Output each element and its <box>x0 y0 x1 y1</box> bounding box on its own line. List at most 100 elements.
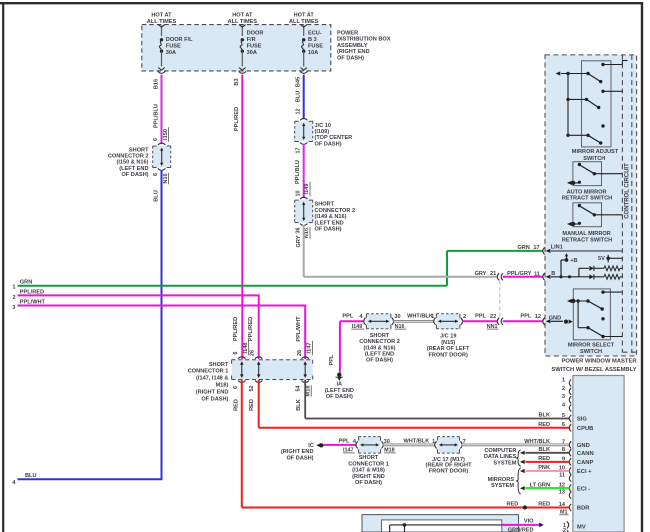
svg-text:6: 6 <box>153 138 159 141</box>
svg-text:GND: GND <box>549 315 561 321</box>
svg-text:DOOR: DOOR <box>247 31 264 37</box>
svg-text:CONNECTOR 2: CONNECTOR 2 <box>315 208 356 214</box>
svg-text:PPL/RED: PPL/RED <box>233 317 239 341</box>
svg-text:OF DASH): OF DASH) <box>201 396 228 402</box>
svg-text:14: 14 <box>559 502 566 508</box>
svg-text:6: 6 <box>562 422 565 428</box>
svg-text:DOOR F/L: DOOR F/L <box>166 37 193 43</box>
svg-text:J/C 10: J/C 10 <box>315 123 331 129</box>
svg-text:B3: B3 <box>234 78 240 85</box>
svg-text:(N15): (N15) <box>441 340 455 346</box>
svg-text:B 3: B 3 <box>308 37 317 43</box>
svg-text:1: 1 <box>12 285 15 291</box>
svg-text:OF DASH): OF DASH) <box>326 394 353 400</box>
svg-text:CONTROL CIRCUIT: CONTROL CIRCUIT <box>625 163 631 219</box>
svg-text:CANP: CANP <box>577 460 594 466</box>
svg-text:SHORT: SHORT <box>209 362 229 368</box>
svg-text:30A: 30A <box>247 50 257 56</box>
svg-text:RED: RED <box>506 501 518 507</box>
svg-text:POWER: POWER <box>337 31 358 37</box>
svg-text:2: 2 <box>563 528 566 532</box>
svg-text:OF DASH): OF DASH) <box>286 455 313 461</box>
svg-text:M18: M18 <box>305 386 311 397</box>
svg-text:PPL/WHT: PPL/WHT <box>296 316 302 342</box>
svg-text:I150: I150 <box>163 129 169 140</box>
svg-text:WHT/BLK: WHT/BLK <box>524 439 550 445</box>
svg-text:OF DASH): OF DASH) <box>366 358 393 364</box>
svg-text:2: 2 <box>463 314 466 320</box>
svg-text:PPL/GRY: PPL/GRY <box>507 271 532 277</box>
svg-text:IA: IA <box>337 382 343 388</box>
svg-text:MIRRORS: MIRRORS <box>488 477 515 483</box>
svg-text:ECU-: ECU- <box>308 31 322 37</box>
svg-text:CONNECTOR 1: CONNECTOR 1 <box>348 461 389 467</box>
svg-text:30: 30 <box>394 314 400 320</box>
svg-text:10A: 10A <box>308 50 318 56</box>
svg-text:IC: IC <box>308 443 314 449</box>
svg-text:5: 5 <box>562 413 565 419</box>
svg-text:52: 52 <box>249 386 255 392</box>
svg-text:5V: 5V <box>598 256 605 262</box>
svg-text:30A: 30A <box>166 50 176 56</box>
svg-text:11: 11 <box>559 473 565 479</box>
svg-text:GND: GND <box>577 443 590 449</box>
svg-text:12: 12 <box>296 109 302 115</box>
svg-text:(I109): (I109) <box>315 129 330 135</box>
svg-text:BLU: BLU <box>296 91 302 103</box>
svg-text:SYSTEM: SYSTEM <box>491 483 514 489</box>
svg-text:BLU: BLU <box>25 473 37 479</box>
svg-text:17: 17 <box>296 148 302 154</box>
svg-text:ALL TIMES: ALL TIMES <box>289 19 319 25</box>
svg-text:DATA LINES: DATA LINES <box>484 454 517 460</box>
svg-text:(RIGHT END: (RIGHT END <box>196 389 229 395</box>
svg-text:PPL/BLU: PPL/BLU <box>153 104 159 128</box>
svg-text:B16: B16 <box>153 79 159 89</box>
svg-text:LIN1: LIN1 <box>551 245 563 251</box>
svg-text:DISTRIBUTION BOX: DISTRIBUTION BOX <box>337 37 391 43</box>
svg-text:B45: B45 <box>296 77 302 87</box>
svg-text:SWITCH: SWITCH <box>583 156 605 162</box>
svg-text:PPL: PPL <box>339 438 350 444</box>
svg-text:VIO: VIO <box>524 518 534 524</box>
svg-text:(LEFT END: (LEFT END <box>365 352 394 358</box>
svg-text:(RIGHT END: (RIGHT END <box>352 474 385 480</box>
svg-text:(REAR OF LEFT: (REAR OF LEFT <box>427 346 470 352</box>
svg-text:(I149 & N16): (I149 & N16) <box>363 345 395 351</box>
svg-text:N16: N16 <box>163 173 169 183</box>
svg-text:RED: RED <box>233 399 239 411</box>
svg-text:PPL/RED: PPL/RED <box>248 317 254 341</box>
svg-text:RETRACT SWITCH: RETRACT SWITCH <box>562 237 612 243</box>
svg-text:GRY: GRY <box>296 235 302 247</box>
svg-text:6: 6 <box>153 173 159 176</box>
svg-text:OF DASH): OF DASH) <box>121 172 148 178</box>
svg-text:CONNECTOR 2: CONNECTOR 2 <box>359 339 400 345</box>
svg-text:SHORT: SHORT <box>359 455 379 461</box>
svg-text:FRONT DOOR): FRONT DOOR) <box>429 468 469 474</box>
svg-text:BLK: BLK <box>296 399 302 411</box>
svg-text:RED: RED <box>249 399 255 411</box>
svg-text:(I147 & M18): (I147 & M18) <box>352 468 385 474</box>
svg-text:HOT AT: HOT AT <box>232 13 253 19</box>
svg-text:MV: MV <box>577 524 586 530</box>
svg-text:CONNECTOR 2: CONNECTOR 2 <box>108 153 149 159</box>
svg-text:OF DASH): OF DASH) <box>315 227 342 233</box>
svg-text:RED: RED <box>538 422 550 428</box>
svg-text:ASSEMBLY: ASSEMBLY <box>337 43 368 49</box>
svg-text:6: 6 <box>233 386 239 389</box>
svg-text:PPL: PPL <box>520 314 531 320</box>
svg-text:3: 3 <box>562 394 565 400</box>
svg-text:SHORT: SHORT <box>129 147 149 153</box>
svg-text:(RIGHT END: (RIGHT END <box>337 49 370 55</box>
svg-text:(I149 & N16): (I149 & N16) <box>315 214 347 220</box>
svg-text:PPL/RED: PPL/RED <box>234 107 240 131</box>
svg-text:FUSE: FUSE <box>247 43 262 49</box>
svg-text:SWITCH: SWITCH <box>580 349 602 355</box>
svg-text:MIRROR ADJUST: MIRROR ADJUST <box>572 149 619 155</box>
svg-text:ALL TIMES: ALL TIMES <box>228 19 258 25</box>
svg-text:CANN: CANN <box>577 451 594 457</box>
svg-text:SYSTEM: SYSTEM <box>493 461 516 467</box>
svg-text:FRONT DOOR): FRONT DOOR) <box>428 353 468 359</box>
svg-text:OF DASH): OF DASH) <box>337 55 364 61</box>
svg-text:PPL: PPL <box>342 314 353 320</box>
svg-text:BLK: BLK <box>539 413 551 419</box>
